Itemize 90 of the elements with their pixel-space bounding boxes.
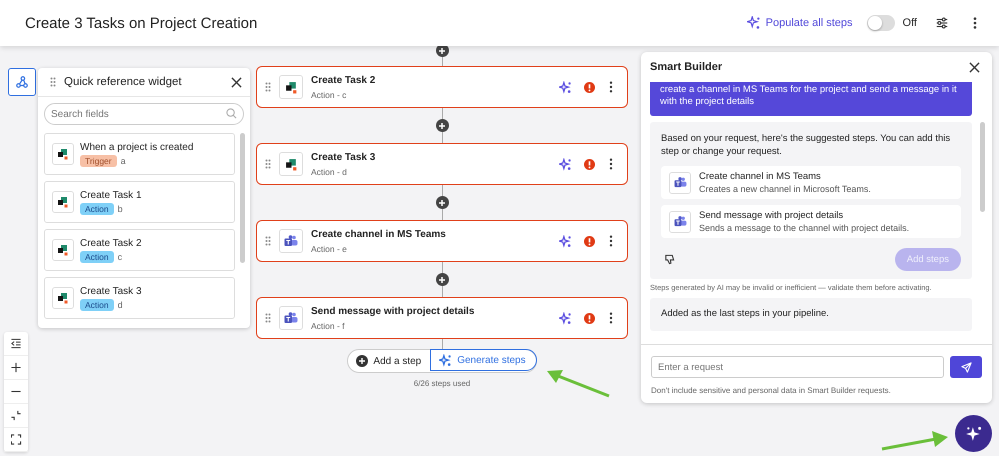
send-button[interactable] [950,356,982,378]
step-reference: c [118,252,122,262]
step-title: Create Task 2 [311,74,376,86]
toggle-label: Off [902,17,917,29]
step-subtitle: Action - f [311,320,346,330]
send-icon [960,362,972,372]
step-title: Create channel in MS Teams [311,228,447,240]
suggestion-title: Send message with project details [699,210,844,221]
step-subtitle: Action - e [311,244,348,254]
more-icon[interactable] [609,81,613,93]
drag-handle-icon[interactable] [265,82,271,92]
item-title: Create Task 3 [80,286,142,296]
search-field[interactable]: Search fields [44,103,244,125]
app-icon [52,239,74,261]
step-title: Send message with project details [311,306,476,316]
add-step-button[interactable]: Add a step [348,350,432,372]
generate-steps-button[interactable]: Generate steps [430,349,537,371]
pipeline-title: Create 3 Tasks on Project Creation [25,14,258,32]
step-reference: a [120,156,126,166]
more-icon[interactable] [609,158,613,170]
reference-item[interactable]: Create Task 1 Action b [44,181,235,223]
more-icon[interactable] [609,235,613,247]
sparkle-icon [439,354,452,366]
widget-title: Quick reference widget [64,76,183,88]
add-step-icon[interactable] [436,119,448,132]
privacy-note: Don't include sensitive and personal data in Smart Builder requests. [651,386,892,395]
app-icon [52,191,74,213]
close-icon[interactable] [969,62,980,72]
step-card[interactable]: Create channel in MS Teams Action - e [256,220,628,262]
plus-icon [356,355,368,367]
user-message: create a channel in MS Teams for the project and send a message in it with the project details [650,82,972,116]
item-title: Create Task 2 [80,238,142,248]
app-icon [669,210,691,232]
step-card[interactable]: Create Task 2 Action - c [256,66,628,108]
suggestion-description: Creates a new channel in Microsoft Teams. [699,184,871,194]
panel-title: Smart Builder [650,61,722,73]
drag-handle-icon[interactable] [50,77,56,87]
step-title: Create Task 3 [311,152,376,162]
sparkle-icon[interactable] [559,80,572,94]
settings-icon[interactable] [935,16,949,30]
network-icon [15,75,29,89]
pipeline-map-button[interactable] [8,68,36,96]
app-icon [279,229,303,253]
close-icon[interactable] [231,76,242,88]
app-icon [279,75,303,99]
activation-toggle[interactable] [866,15,895,31]
reference-item[interactable]: When a project is created Trigger a [44,133,235,175]
pointer-arrow [880,429,950,453]
app-icon [669,172,691,194]
app-icon [279,306,303,330]
step-card[interactable]: Create Task 3 Action - d [256,143,628,185]
search-icon [226,108,237,119]
sparkle-icon[interactable] [559,158,572,170]
app-icon [52,143,74,165]
sparkle-icon[interactable] [559,234,572,248]
app-icon [279,152,303,176]
suggestion-description: Sends a message to the channel with project details. [699,223,910,233]
more-icon[interactable] [973,16,977,30]
step-subtitle: Action - d [311,166,348,176]
pointer-arrow [545,368,611,398]
steps-usage-text: 6/26 steps used [414,379,470,388]
more-icon[interactable] [609,312,613,324]
reference-item[interactable]: Create Task 2 Action c [44,229,235,271]
smart-builder-button[interactable] [955,415,992,452]
sparkle-icon [964,424,982,442]
populate-all-steps-button[interactable]: Populate all steps [744,14,855,32]
step-type-tag: Action [80,202,114,214]
step-type-tag: Trigger [80,154,117,166]
item-title: When a project is created [80,142,194,152]
item-title: Create Task 1 [80,190,142,200]
app-icon [52,287,74,309]
request-field[interactable]: Enter a request [651,356,944,378]
response-text: Based on your request, here's the suggested steps. You can add this step or change your request. [661,132,952,158]
reference-item[interactable]: Create Task 3 Action d [44,277,235,319]
add-step-icon[interactable] [436,273,448,286]
status-message: Added as the last steps in your pipeline. [661,308,829,319]
step-reference: d [118,300,123,310]
thumbs-down-icon[interactable] [664,254,675,265]
drag-handle-icon[interactable] [265,313,271,323]
step-type-tag: Action [80,250,114,262]
drag-handle-icon[interactable] [265,159,271,169]
suggestion-title: Create channel in MS Teams [699,171,822,182]
step-reference: b [118,204,123,214]
step-type-tag: Action [80,298,114,310]
add-step-icon[interactable] [436,196,448,209]
sparkle-icon[interactable] [559,312,572,324]
sparkle-icon [746,16,761,30]
drag-handle-icon[interactable] [265,236,271,246]
step-subtitle: Action - c [311,90,348,100]
step-card[interactable]: Send message with project details Action - f [256,297,628,339]
